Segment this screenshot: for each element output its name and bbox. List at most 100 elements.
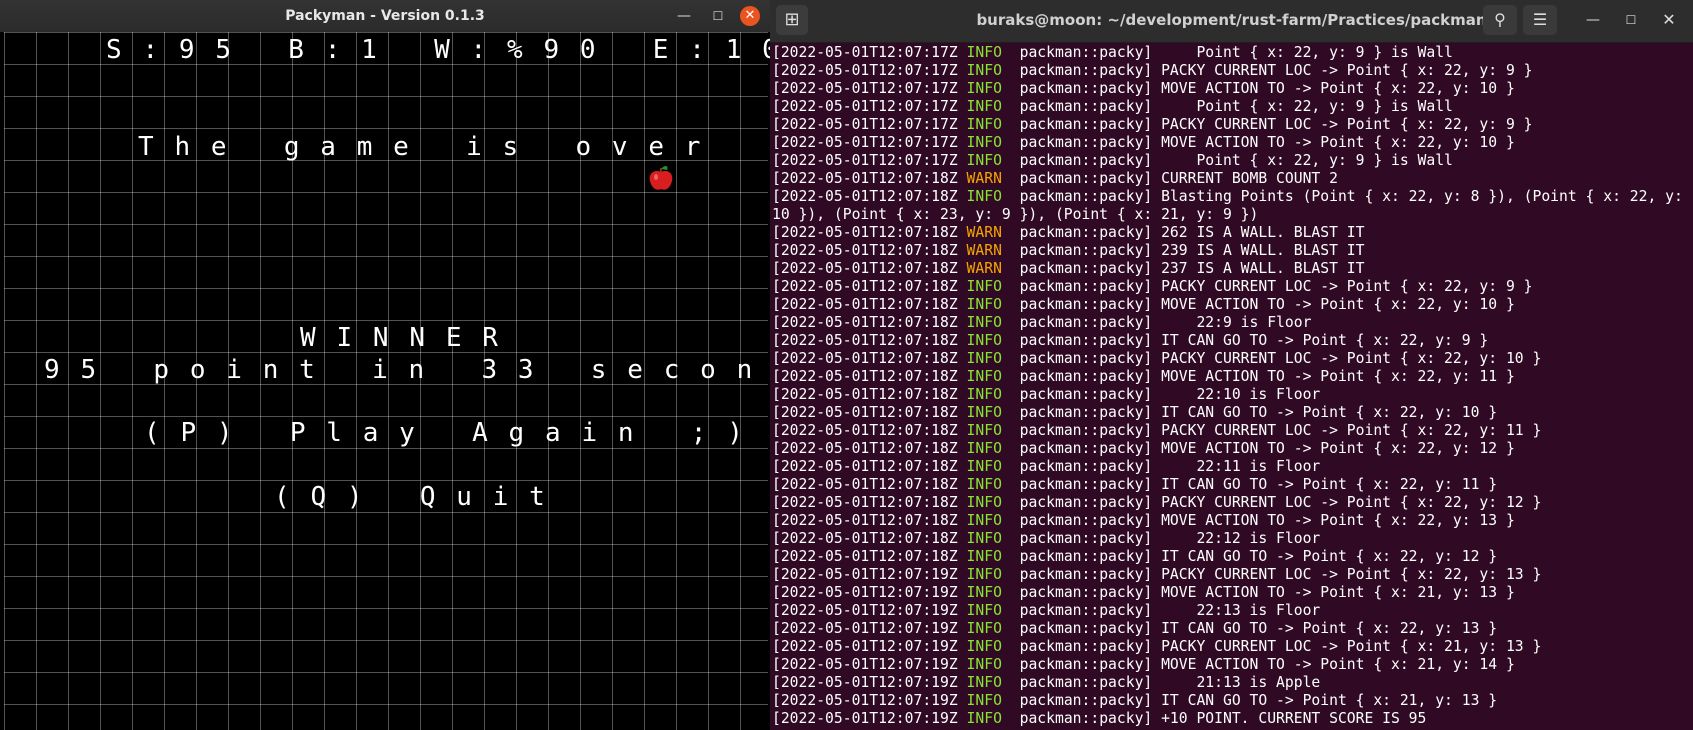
log-timestamp: 2022-05-01T12:07:19Z — [780, 638, 958, 655]
log-module: packman::packy — [1019, 458, 1144, 475]
log-timestamp: 2022-05-01T12:07:17Z — [780, 116, 958, 133]
log-message: 22:12 is Floor — [1161, 530, 1321, 547]
game-window-title: Packyman - Version 0.1.3 — [285, 8, 485, 24]
log-bracket: [ — [772, 44, 781, 61]
log-space — [1002, 386, 1020, 403]
close-icon[interactable]: ✕ — [1651, 0, 1687, 40]
log-bracket: ] — [1143, 152, 1162, 169]
log-bracket: [ — [772, 440, 781, 457]
log-bracket: [ — [772, 602, 781, 619]
game-canvas[interactable]: S:95 B:1 W:%90 E:10 The game is over WIN… — [4, 32, 825, 730]
log-level: INFO — [966, 80, 1002, 97]
hamburger-menu-icon[interactable]: ☰ — [1523, 5, 1557, 35]
log-bracket: [ — [772, 152, 781, 169]
minimize-icon[interactable]: — — [670, 0, 698, 32]
log-bracket: [ — [772, 98, 781, 115]
log-module: packman::packy — [1019, 296, 1144, 313]
log-space — [1002, 584, 1020, 601]
maximize-icon[interactable]: ☐ — [1613, 0, 1649, 40]
log-line: [2022-05-01T12:07:19Z INFO packman::pack… — [772, 710, 1687, 728]
log-message: MOVE ACTION TO -> Point { x: 21, y: 14 } — [1161, 656, 1515, 673]
log-level: INFO — [966, 584, 1002, 601]
log-bracket: [ — [772, 548, 781, 565]
log-module: packman::packy — [1019, 692, 1144, 709]
log-message: +10 POINT. CURRENT SCORE IS 95 — [1161, 710, 1427, 727]
log-line: [2022-05-01T12:07:19Z INFO packman::pack… — [772, 692, 1687, 710]
close-icon[interactable]: ✕ — [740, 6, 760, 26]
log-space — [1002, 350, 1020, 367]
log-timestamp: 2022-05-01T12:07:18Z — [780, 548, 958, 565]
log-space — [1002, 458, 1020, 475]
log-module: packman::packy — [1019, 170, 1144, 187]
apple-icon — [645, 161, 677, 193]
log-line: [2022-05-01T12:07:19Z INFO packman::pack… — [772, 638, 1687, 656]
log-bracket: [ — [772, 494, 781, 511]
log-space — [958, 602, 967, 619]
log-bracket: [ — [772, 188, 781, 205]
terminal-titlebar[interactable]: ⊞ buraks@moon: ~/development/rust-farm/P… — [770, 0, 1693, 43]
log-module: packman::packy — [1019, 386, 1144, 403]
log-module: packman::packy — [1019, 710, 1144, 727]
log-module: packman::packy — [1019, 134, 1144, 151]
log-space — [958, 530, 967, 547]
log-module: packman::packy — [1019, 548, 1144, 565]
search-icon[interactable]: ⚲ — [1483, 5, 1517, 35]
log-line: [2022-05-01T12:07:18Z INFO packman::pack… — [772, 188, 1687, 224]
minimize-icon[interactable]: — — [1575, 0, 1611, 40]
log-level: INFO — [966, 530, 1002, 547]
log-bracket: ] — [1143, 620, 1162, 637]
log-message: IT CAN GO TO -> Point { x: 21, y: 13 } — [1161, 692, 1498, 709]
log-space — [958, 170, 967, 187]
log-bracket: [ — [772, 638, 781, 655]
log-bracket: ] — [1143, 134, 1162, 151]
log-timestamp: 2022-05-01T12:07:18Z — [780, 440, 958, 457]
log-bracket: [ — [772, 62, 781, 79]
maximize-icon[interactable]: ☐ — [704, 0, 732, 32]
log-level: WARN — [966, 224, 1002, 241]
log-space — [958, 116, 967, 133]
log-space — [1002, 656, 1020, 673]
game-over-text: The game is over — [138, 132, 722, 162]
log-module: packman::packy — [1019, 314, 1144, 331]
score-summary: 95 point in 33 seconds — [44, 355, 846, 385]
log-timestamp: 2022-05-01T12:07:18Z — [780, 242, 958, 259]
log-module: packman::packy — [1019, 80, 1144, 97]
log-space — [958, 62, 967, 79]
log-level: INFO — [966, 404, 1002, 421]
log-bracket: [ — [772, 134, 781, 151]
log-space — [958, 548, 967, 565]
log-bracket: ] — [1143, 386, 1162, 403]
log-space — [1002, 62, 1020, 79]
log-module: packman::packy — [1019, 152, 1144, 169]
log-space — [1002, 710, 1020, 727]
play-again-option[interactable]: (P) Play Again ;) — [144, 417, 764, 449]
log-module: packman::packy — [1019, 602, 1144, 619]
log-module: packman::packy — [1019, 188, 1144, 205]
terminal-output[interactable]: [2022-05-01T12:07:17Z INFO packman::pack… — [770, 44, 1693, 730]
log-space — [958, 638, 967, 655]
log-line: [2022-05-01T12:07:19Z INFO packman::pack… — [772, 620, 1687, 638]
winner-text: WINNER — [300, 323, 519, 353]
log-space — [958, 512, 967, 529]
log-space — [1002, 314, 1020, 331]
quit-option[interactable]: (Q) Quit — [274, 481, 566, 513]
log-module: packman::packy — [1019, 638, 1144, 655]
log-space — [1002, 620, 1020, 637]
log-line: [2022-05-01T12:07:18Z INFO packman::pack… — [772, 476, 1687, 494]
log-message: MOVE ACTION TO -> Point { x: 22, y: 11 } — [1161, 368, 1515, 385]
log-timestamp: 2022-05-01T12:07:18Z — [780, 170, 958, 187]
log-level: WARN — [966, 260, 1002, 277]
log-bracket: ] — [1143, 260, 1162, 277]
log-space — [958, 260, 967, 277]
log-module: packman::packy — [1019, 260, 1144, 277]
log-message: 262 IS A WALL. BLAST IT — [1161, 224, 1365, 241]
log-space — [958, 656, 967, 673]
log-space — [958, 134, 967, 151]
log-bracket: ] — [1143, 116, 1162, 133]
game-titlebar[interactable]: Packyman - Version 0.1.3 — ☐ ✕ — [0, 0, 770, 32]
log-level: WARN — [966, 170, 1002, 187]
log-timestamp: 2022-05-01T12:07:18Z — [780, 350, 958, 367]
log-message: 22:11 is Floor — [1161, 458, 1321, 475]
log-space — [1002, 548, 1020, 565]
log-space — [958, 368, 967, 385]
